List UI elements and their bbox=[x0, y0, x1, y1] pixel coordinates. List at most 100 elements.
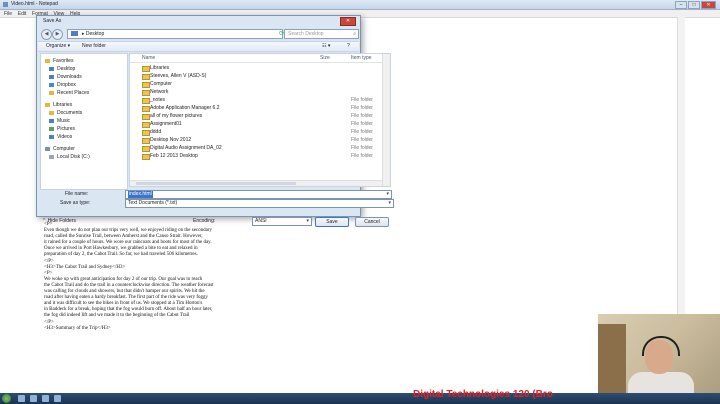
file-name-input[interactable]: index.html ▾ bbox=[125, 190, 392, 199]
save-as-dialog: Save As ✕ ◀ ▶ ▸ Desktop ⟳ Search Desktop… bbox=[36, 15, 394, 227]
course-watermark: Digital Technologies 120 (Bro bbox=[413, 389, 553, 400]
nav-item[interactable]: Videos bbox=[41, 133, 127, 141]
view-options-button[interactable]: ☷ ▾ bbox=[322, 43, 330, 49]
encoding-select[interactable]: ANSI ▾ bbox=[252, 217, 312, 226]
taskbar-app-icon[interactable] bbox=[54, 395, 61, 402]
nav-item[interactable]: Recent Places bbox=[41, 89, 127, 97]
nav-item[interactable]: Local Disk (C:) bbox=[41, 153, 127, 161]
nav-item-icon bbox=[49, 155, 54, 159]
nav-item[interactable]: Libraries bbox=[41, 101, 127, 109]
address-bar[interactable]: ▸ Desktop bbox=[67, 29, 283, 39]
file-list: Name Size Item type Libraries Steeves, Al… bbox=[129, 53, 391, 187]
maximize-button[interactable]: □ bbox=[688, 1, 700, 9]
nav-item-label: Computer bbox=[53, 146, 75, 152]
file-row[interactable]: Network bbox=[130, 88, 382, 96]
hide-folders-button[interactable]: ⌃ Hide Folders bbox=[42, 218, 76, 224]
nav-item-icon bbox=[49, 83, 54, 87]
nav-item-icon bbox=[49, 135, 54, 139]
nav-item-label: Downloads bbox=[57, 74, 82, 80]
editor-text-area[interactable]: <P> Even though we do not plan our trips … bbox=[44, 222, 334, 332]
encoding-value: ANSI bbox=[255, 218, 267, 224]
menu-file[interactable]: File bbox=[4, 11, 12, 17]
column-name[interactable]: Name bbox=[142, 55, 155, 61]
cancel-button[interactable]: Cancel bbox=[355, 217, 389, 227]
file-row[interactable]: Digital Audio Assignment DA_02 File folde… bbox=[130, 144, 382, 152]
file-list-scrollbar[interactable] bbox=[382, 54, 390, 186]
file-name: all of my flower pictures bbox=[150, 113, 203, 119]
dialog-title: Save As bbox=[43, 18, 62, 24]
file-row[interactable]: dddd File folder bbox=[130, 128, 382, 136]
nav-item[interactable]: Favorites bbox=[41, 57, 127, 65]
minimize-button[interactable]: – bbox=[675, 1, 687, 9]
folder-icon bbox=[71, 31, 78, 36]
file-row[interactable]: Assignment01 File folder bbox=[130, 120, 382, 128]
file-row[interactable]: Steeves, Allen V (ASD-S) bbox=[130, 72, 382, 80]
nav-item[interactable]: Dropbox bbox=[41, 81, 127, 89]
file-list-hscrollbar[interactable] bbox=[130, 180, 382, 186]
file-type: File folder bbox=[351, 97, 373, 103]
taskbar-app-icon[interactable] bbox=[42, 395, 49, 402]
chevron-down-icon[interactable]: ▾ bbox=[388, 200, 391, 207]
nav-item-label: Documents bbox=[57, 110, 83, 116]
file-row[interactable]: _notes File folder bbox=[130, 96, 382, 104]
nav-item-icon bbox=[45, 59, 50, 63]
save-type-select[interactable]: Text Documents (*.txt) ▾ bbox=[125, 199, 394, 208]
hscroll-thumb[interactable] bbox=[136, 182, 296, 185]
nav-item[interactable]: Desktop bbox=[41, 65, 127, 73]
nav-item[interactable]: Pictures bbox=[41, 125, 127, 133]
file-row[interactable]: Adobe Application Manager 6.2 File folder bbox=[130, 104, 382, 112]
file-name: dddd bbox=[150, 129, 162, 135]
editor-line: <H3>Summary of the Trip</H3> bbox=[44, 325, 111, 331]
address-text: Desktop bbox=[85, 31, 105, 37]
file-row[interactable]: Libraries bbox=[130, 64, 382, 72]
nav-item[interactable]: Downloads bbox=[41, 73, 127, 81]
taskbar-ie-icon[interactable] bbox=[18, 395, 25, 402]
close-button[interactable]: ✕ bbox=[701, 1, 716, 9]
file-type: File folder bbox=[351, 113, 373, 119]
organize-button[interactable]: Organize ▾ bbox=[46, 43, 70, 49]
encoding-label: Encoding: bbox=[193, 218, 216, 224]
file-row[interactable]: all of my flower pictures File folder bbox=[130, 112, 382, 120]
back-arrow-icon[interactable]: ◀ bbox=[41, 29, 52, 40]
file-name: Steeves, Allen V (ASD-S) bbox=[150, 73, 207, 79]
nav-item-icon bbox=[45, 103, 50, 107]
column-size[interactable]: Size bbox=[320, 55, 330, 61]
nav-item-label: Videos bbox=[57, 134, 73, 140]
nav-item[interactable]: Computer bbox=[41, 145, 127, 153]
file-row[interactable]: Feb 12 2013 Desktop File folder bbox=[130, 152, 382, 160]
hide-folders-label: Hide Folders bbox=[47, 218, 76, 224]
chevron-down-icon[interactable]: ▾ bbox=[306, 218, 309, 225]
file-row[interactable]: Computer bbox=[130, 80, 382, 88]
search-icon: ⌕ bbox=[353, 31, 356, 37]
file-row[interactable]: Desktop Nov 2012 File folder bbox=[130, 136, 382, 144]
file-name: _notes bbox=[150, 97, 166, 103]
help-icon[interactable]: ? bbox=[347, 43, 350, 49]
save-button[interactable]: Save bbox=[315, 217, 349, 227]
start-button[interactable] bbox=[2, 394, 11, 403]
file-name: Network bbox=[150, 89, 169, 95]
taskbar-explorer-icon[interactable] bbox=[30, 395, 37, 402]
save-type-label: Save as type: bbox=[60, 200, 91, 206]
file-name: Assignment01 bbox=[150, 121, 182, 127]
nav-item-label: Music bbox=[57, 118, 71, 124]
column-header: Name Size Item type bbox=[130, 54, 390, 63]
file-type: File folder bbox=[351, 129, 373, 135]
column-type[interactable]: Item type bbox=[351, 55, 372, 61]
menu-edit[interactable]: Edit bbox=[18, 11, 27, 17]
webcam-video bbox=[598, 314, 720, 404]
nav-item-label: Pictures bbox=[57, 126, 76, 132]
search-placeholder: Search Desktop bbox=[288, 31, 324, 37]
nav-item-icon bbox=[49, 111, 54, 115]
chevron-down-icon[interactable]: ▾ bbox=[386, 191, 389, 197]
search-input[interactable]: Search Desktop ⌕ bbox=[284, 29, 359, 39]
dialog-close-button[interactable]: ✕ bbox=[340, 17, 356, 26]
nav-item[interactable]: Documents bbox=[41, 109, 127, 117]
nav-item-label: Local Disk (C:) bbox=[57, 154, 90, 160]
file-name-label: File name: bbox=[65, 191, 89, 197]
window-controls: – □ ✕ bbox=[675, 1, 716, 9]
folder-icon bbox=[142, 154, 150, 160]
new-folder-button[interactable]: New folder bbox=[82, 43, 106, 49]
nav-item[interactable]: Music bbox=[41, 117, 127, 125]
notepad-icon bbox=[3, 2, 8, 7]
forward-arrow-icon[interactable]: ▶ bbox=[52, 29, 63, 40]
